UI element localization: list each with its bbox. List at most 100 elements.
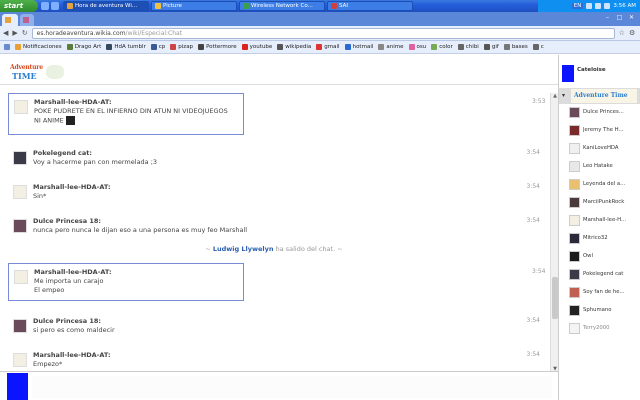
avatar[interactable] <box>13 185 27 199</box>
user-list: Cateloise ▾ Adventure Time Dulce Princes… <box>558 55 640 400</box>
start-button[interactable]: start <box>0 0 38 12</box>
user-list-item[interactable]: Jeremy The H... <box>569 124 640 138</box>
user-list-item[interactable]: Owl <box>569 250 640 264</box>
apps-icon[interactable] <box>4 44 10 50</box>
user-list-item[interactable]: Pokelegend cat <box>569 268 640 282</box>
user-list-name: Owl <box>583 253 593 259</box>
avatar[interactable] <box>13 353 27 367</box>
bookmarks-bar: Notificaciones Drago Art HdA tumblr cp pizap… <box>0 41 640 54</box>
message-timestamp: 3:54 <box>532 268 546 275</box>
user-list-item[interactable]: Leyenda del a... <box>569 178 640 192</box>
collapse-arrow-icon[interactable]: ▾ <box>562 92 565 99</box>
bookmark-item[interactable]: Drago Art <box>66 44 101 50</box>
bookmark-favicon-icon <box>503 44 510 50</box>
user-list-item[interactable]: MarciiPunkRock <box>569 196 640 210</box>
bookmark-favicon-icon <box>431 44 438 50</box>
bookmark-item[interactable]: youtube <box>241 44 272 50</box>
tab-active[interactable] <box>2 14 18 26</box>
message-username[interactable]: Pokelegend cat: <box>33 149 92 157</box>
avatar <box>569 161 580 172</box>
star-icon[interactable]: ☆ <box>619 29 625 37</box>
bookmark-item[interactable]: color <box>431 44 453 50</box>
user-list-item[interactable]: Terry2000 <box>569 322 640 336</box>
user-list-item[interactable]: Dulce Princes... <box>569 106 640 120</box>
user-list-item[interactable]: Sphumano <box>569 304 640 318</box>
my-user-row[interactable]: Cateloise <box>559 64 640 84</box>
bookmark-item[interactable]: hotmail <box>344 44 373 50</box>
user-list-item[interactable]: KaniLoveHDA <box>569 142 640 156</box>
bookmark-label: color <box>439 44 453 50</box>
bookmark-item[interactable]: Pottermore <box>198 44 237 50</box>
forward-icon[interactable]: ▶ <box>12 29 17 37</box>
quick-launch-icon[interactable] <box>41 2 49 10</box>
message-text: El empeo <box>34 286 65 294</box>
tray-icon[interactable] <box>595 3 602 9</box>
reload-icon[interactable]: ↻ <box>22 29 28 37</box>
avatar[interactable] <box>14 100 28 114</box>
user-list-name: Pokelegend cat <box>583 271 624 277</box>
message-list[interactable]: Marshall-lee-HDA-AT: POKE PUDRETE EN EL I… <box>0 89 548 371</box>
maximize-icon[interactable]: □ <box>615 14 624 21</box>
wiki-logo[interactable]: Adventure TIME <box>8 63 66 81</box>
avatar[interactable] <box>14 270 28 284</box>
tray-icon[interactable] <box>604 3 611 9</box>
user-list-item[interactable]: Soy fan de he... <box>569 286 640 300</box>
message-username[interactable]: Dulce Princesa 18: <box>33 217 101 225</box>
quick-launch-icon[interactable] <box>51 2 59 10</box>
message-username[interactable]: Dulce Princesa 18: <box>33 317 101 325</box>
bookmark-item[interactable]: c <box>532 44 544 50</box>
language-indicator[interactable]: EN <box>571 3 584 9</box>
avatar[interactable] <box>13 151 27 165</box>
message-username[interactable]: Marshall-lee-HDA-AT: <box>33 183 111 191</box>
taskbar-button[interactable]: Hora de aventura Wi... <box>63 1 149 11</box>
message-text: Me importa un carajo <box>34 277 104 285</box>
bookmark-label: chibi <box>465 44 479 50</box>
bookmark-item[interactable]: gmail <box>316 44 340 50</box>
user-list-item[interactable]: Leo Hatake <box>569 160 640 174</box>
bookmark-item[interactable]: anime <box>378 44 404 50</box>
logo-text-2: TIME <box>12 71 37 81</box>
taskbar-button[interactable]: SAI <box>327 1 413 11</box>
bookmark-item[interactable]: wikipedia <box>277 44 311 50</box>
message-input[interactable] <box>32 376 552 398</box>
bookmark-item[interactable]: bases <box>503 44 528 50</box>
message-username[interactable]: Marshall-lee-HDA-AT: <box>33 351 111 359</box>
back-icon[interactable]: ◀ <box>3 29 8 37</box>
user-list-item[interactable]: Mitrico32 <box>569 232 640 246</box>
message-timestamp: 3:54 <box>526 149 540 156</box>
user-list-item[interactable]: Marshall-lee-H... <box>569 214 640 228</box>
bookmark-label: cp <box>158 44 166 50</box>
tray-icon[interactable] <box>586 3 593 9</box>
bookmark-label: bases <box>511 44 528 50</box>
message-username[interactable]: Marshall-lee-HDA-AT: <box>34 268 112 276</box>
chat-scrollbar[interactable]: ▲ ▼ <box>550 93 558 373</box>
bookmark-item[interactable]: HdA tumblr <box>106 44 146 50</box>
message-text: NI ANIME <box>34 116 75 125</box>
bookmark-item[interactable]: chibi <box>457 44 479 50</box>
close-icon[interactable]: ✕ <box>627 14 636 21</box>
address-bar[interactable]: es.horadeaventura.wikia.com/wiki/Especia… <box>31 27 615 39</box>
chat-header: Adventure TIME <box>0 55 558 85</box>
tab-other[interactable] <box>20 14 34 26</box>
wiki-room-header[interactable]: ▾ Adventure Time <box>559 88 640 104</box>
bookmark-label: Notificaciones <box>23 44 62 50</box>
bookmark-item[interactable]: cp <box>150 44 166 50</box>
message-timestamp: 3:54 <box>526 317 540 324</box>
taskbar-button[interactable]: Picture <box>151 1 237 11</box>
task-app-icon <box>67 3 73 9</box>
message-text: Empezo* <box>33 360 63 368</box>
wrench-icon[interactable]: ⚙ <box>629 29 635 37</box>
bookmark-item[interactable]: gif <box>483 44 499 50</box>
inform-username[interactable]: Ludwig Llywelyn <box>213 245 274 253</box>
bookmark-item[interactable]: pizap <box>170 44 193 50</box>
avatar[interactable] <box>13 219 27 233</box>
bookmark-item[interactable]: Notificaciones <box>15 44 62 50</box>
message-username[interactable]: Marshall-lee-HDA-AT: <box>34 98 112 106</box>
bookmark-favicon-icon <box>483 44 490 50</box>
bookmark-item[interactable]: osu <box>408 44 426 50</box>
quick-launch <box>41 2 59 10</box>
avatar[interactable] <box>13 319 27 333</box>
message-timestamp: 3:54 <box>526 217 540 224</box>
minimize-icon[interactable]: – <box>603 14 612 21</box>
taskbar-button[interactable]: Wireless Network Co... <box>239 1 325 11</box>
